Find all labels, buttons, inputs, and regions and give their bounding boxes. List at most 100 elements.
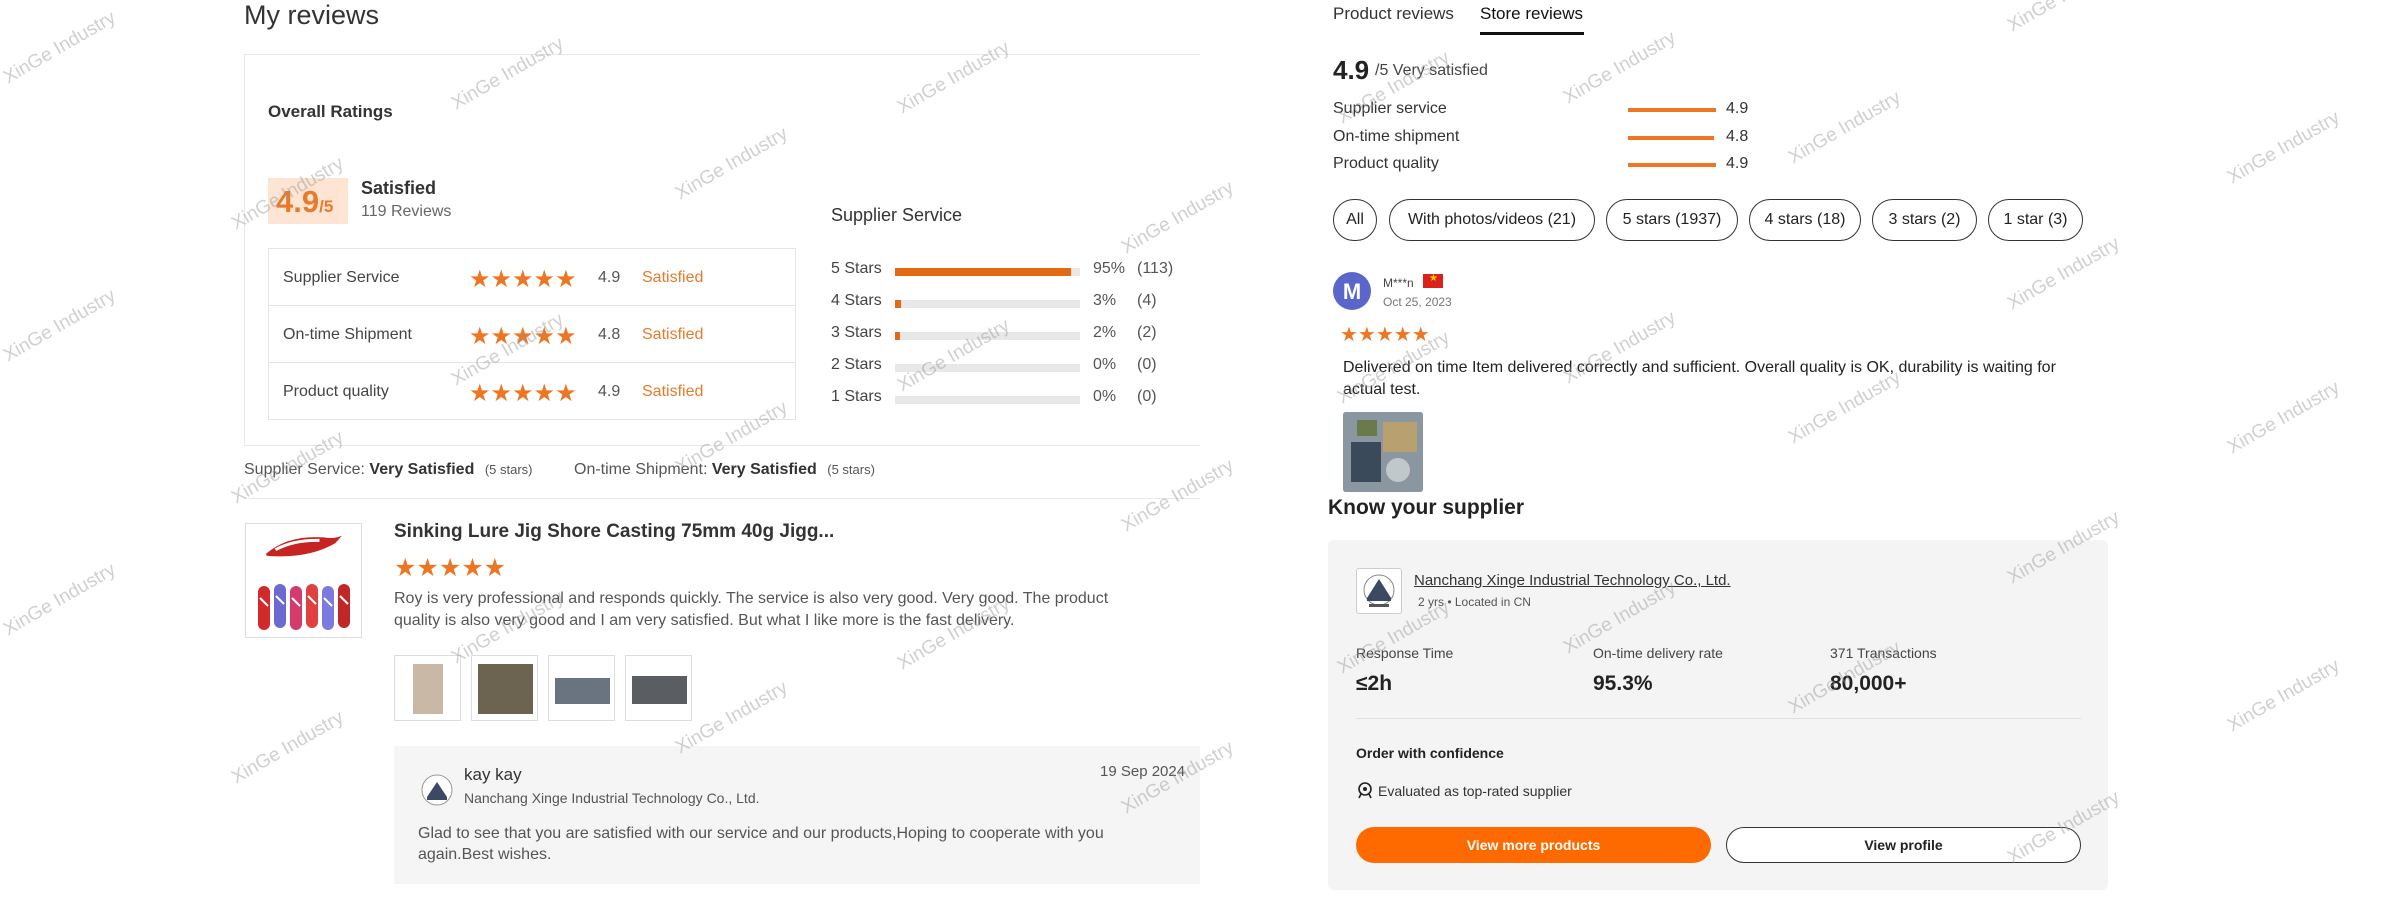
stat-value-transactions: 80,000+ [1830, 672, 1907, 695]
badge-icon [1356, 781, 1374, 799]
distribution-label: 3 Stars [831, 324, 882, 341]
divider [1356, 718, 2081, 719]
stat-label-response-time: Response Time [1356, 645, 1454, 661]
rating-label: Product quality [283, 383, 389, 400]
metric-label: Product quality [1333, 155, 1439, 172]
stat-label-delivery-rate: On-time delivery rate [1593, 645, 1723, 661]
distribution-count: (0) [1137, 388, 1157, 405]
tab-product-reviews[interactable]: Product reviews [1333, 4, 1454, 24]
store-score-label: /5 Very satisfied [1375, 62, 1488, 79]
distribution-count: (4) [1137, 292, 1157, 309]
supplier-name-link[interactable]: Nanchang Xinge Industrial Technology Co.… [1414, 572, 1731, 589]
watermark-text: XinGe Industry [2224, 655, 2344, 737]
distribution-label: 4 Stars [831, 292, 882, 309]
distribution-bar-track [895, 332, 1080, 340]
store-metric-row: Product quality 4.9 [1333, 155, 1783, 177]
top-rated-text: Evaluated as top-rated supplier [1378, 783, 1572, 799]
reviewer-name: M***n [1383, 276, 1414, 290]
filter-with-photos[interactable]: With photos/videos (21) [1389, 199, 1595, 241]
summary-supplier-service: Supplier Service: Very Satisfied (5 star… [244, 461, 532, 479]
review-photo-thumbnail[interactable] [548, 655, 615, 721]
rating-word: Satisfied [642, 383, 704, 400]
review-photo-thumbnail[interactable] [625, 655, 692, 721]
rating-value: 4.8 [598, 326, 621, 343]
metric-value: 4.9 [1726, 100, 1749, 117]
product-title-link[interactable]: Sinking Lure Jig Shore Casting 75mm 40g … [394, 521, 834, 543]
distribution-bar-fill [895, 332, 900, 340]
metric-bar [1628, 136, 1715, 140]
filter-3-stars[interactable]: 3 stars (2) [1872, 199, 1977, 241]
summary-value: Very Satisfied [711, 461, 817, 478]
star-distribution-row: 1 Stars 0% (0) [831, 388, 1191, 412]
rating-word: Satisfied [642, 269, 704, 286]
filter-5-stars[interactable]: 5 stars (1937) [1606, 199, 1738, 241]
overall-ratings-title: Overall Ratings [268, 102, 393, 121]
rating-breakdown-table: Supplier Service ★★★★★ 4.9 Satisfied On-… [268, 248, 796, 444]
review-star-icons: ★★★★★ [1340, 324, 1430, 346]
stat-value-delivery-rate: 95.3% [1593, 672, 1653, 695]
view-more-products-button[interactable]: View more products [1356, 827, 1711, 863]
review-photo-thumbnail[interactable] [394, 655, 461, 721]
distribution-bar-fill [895, 268, 1071, 276]
divider [244, 498, 1200, 499]
watermark-text: XinGe Industry [1560, 27, 1680, 109]
watermark-text: XinGe Industry [0, 285, 120, 367]
rating-word: Satisfied [642, 326, 704, 343]
watermark-text: XinGe Industry [2004, 0, 2124, 37]
review-star-icons: ★★★★★ [394, 554, 507, 582]
overall-score: 4.9 [276, 184, 320, 219]
summary-on-time-shipment: On-time Shipment: Very Satisfied (5 star… [574, 461, 875, 479]
metric-label: On-time shipment [1333, 128, 1460, 145]
watermark-text: XinGe Industry [1118, 455, 1238, 537]
distribution-percent: 2% [1093, 324, 1117, 341]
page-title: My reviews [244, 0, 380, 30]
overall-score-word: Satisfied [361, 178, 437, 198]
review-photo-thumbnail[interactable] [471, 655, 538, 721]
distribution-bar-track [895, 396, 1080, 404]
filter-all[interactable]: All [1333, 199, 1377, 241]
metric-value: 4.8 [1726, 128, 1749, 145]
metric-bar [1628, 108, 1717, 112]
reply-company: Nanchang Xinge Industrial Technology Co.… [464, 790, 760, 806]
star-distribution-row: 4 Stars 3% (4) [831, 292, 1191, 316]
summary-label: On-time Shipment: [574, 461, 708, 478]
active-tab-indicator [1480, 32, 1584, 35]
product-image[interactable] [245, 523, 362, 638]
rating-row-on-time-shipment: On-time Shipment ★★★★★ 4.8 Satisfied [268, 306, 796, 363]
overall-score-suffix: /5 [319, 197, 334, 216]
distribution-label: 1 Stars [831, 388, 882, 405]
summary-label: Supplier Service: [244, 461, 365, 478]
summary-stars: (5 stars) [484, 462, 533, 477]
star-rating-icons: ★★★★★ [469, 323, 577, 350]
overall-score-badge: 4.9/5 [268, 178, 348, 224]
rating-row-product-quality: Product quality ★★★★★ 4.9 Satisfied [268, 363, 796, 420]
order-confidence-title: Order with confidence [1356, 745, 1504, 761]
star-rating-icons: ★★★★★ [469, 380, 577, 407]
store-metric-row: Supplier service 4.9 [1333, 100, 1783, 122]
filter-4-stars[interactable]: 4 stars (18) [1749, 199, 1861, 241]
view-profile-button[interactable]: View profile [1726, 827, 2081, 863]
rating-label: On-time Shipment [283, 326, 412, 343]
metric-value: 4.9 [1726, 155, 1749, 172]
filter-1-star[interactable]: 1 star (3) [1988, 199, 2083, 241]
watermark-text: XinGe Industry [0, 559, 120, 641]
star-distribution-row: 5 Stars 95% (113) [831, 260, 1191, 284]
rating-row-supplier-service: Supplier Service ★★★★★ 4.9 Satisfied [268, 249, 796, 306]
store-metric-row: On-time shipment 4.8 [1333, 128, 1783, 150]
distribution-label: 5 Stars [831, 260, 882, 277]
review-photo[interactable] [1343, 412, 1423, 492]
distribution-percent: 95% [1093, 260, 1126, 277]
metric-label: Supplier service [1333, 100, 1447, 117]
distribution-count: (2) [1137, 324, 1157, 341]
summary-value: Very Satisfied [369, 461, 475, 478]
summary-stars: (5 stars) [827, 462, 875, 477]
tab-store-reviews[interactable]: Store reviews [1480, 4, 1583, 24]
supplier-service-title: Supplier Service [831, 205, 963, 225]
watermark-text: XinGe Industry [2224, 377, 2344, 459]
watermark-text: XinGe Industry [1785, 87, 1905, 169]
star-distribution-row: 3 Stars 2% (2) [831, 324, 1191, 348]
star-distribution-row: 2 Stars 0% (0) [831, 356, 1191, 380]
stat-value-response-time: ≤2h [1356, 672, 1393, 695]
rating-value: 4.9 [598, 383, 621, 400]
reply-author-name: kay kay [464, 765, 522, 784]
